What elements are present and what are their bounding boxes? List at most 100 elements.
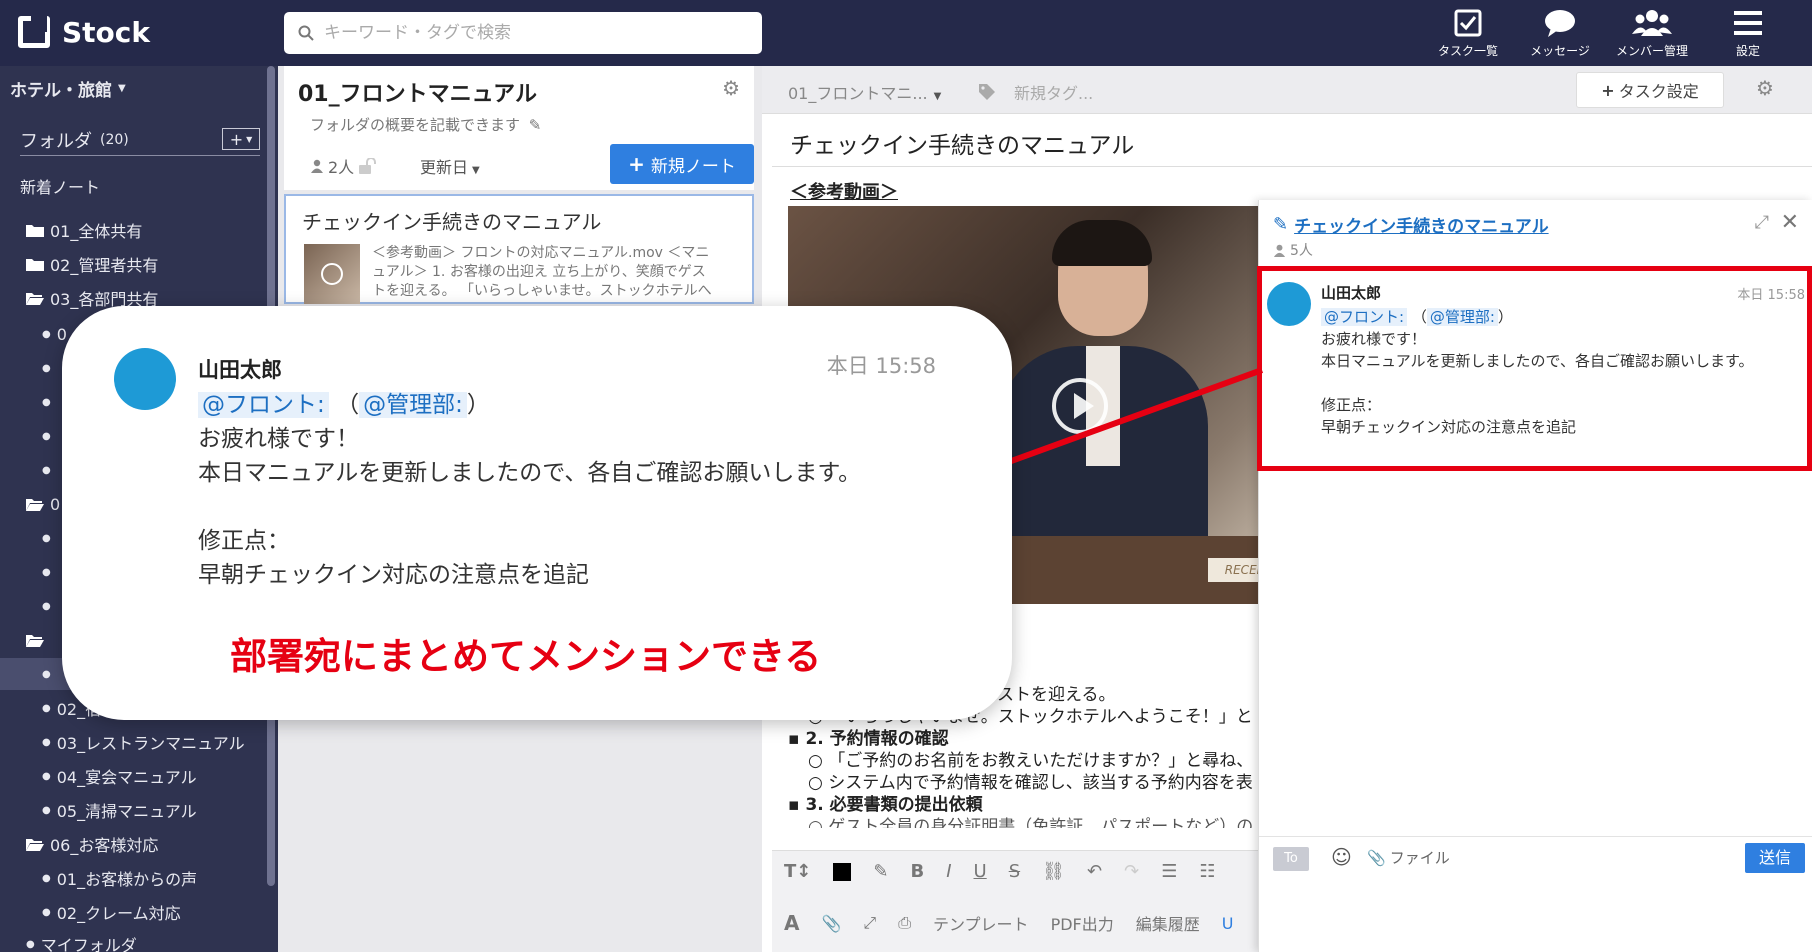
- text-size-icon[interactable]: T↕: [784, 861, 811, 882]
- print-icon[interactable]: ⎙: [898, 913, 911, 933]
- sort-dropdown[interactable]: 更新日 ▼: [420, 154, 480, 178]
- sidebar-folder-06[interactable]: 06_お客様対応 ⚙: [26, 828, 278, 860]
- folder-open-icon: [26, 499, 44, 511]
- folder-description[interactable]: フォルダの概要を記載できます ✎: [310, 114, 541, 135]
- sidebar-subitem-complaints[interactable]: ● 02_クレーム対応: [42, 896, 278, 928]
- body-line: ○ ゲスト全員の身分証明書（免許証、パスポートなど）の: [808, 817, 1254, 828]
- folder-icon: [26, 259, 44, 271]
- task-check-icon: [1454, 9, 1482, 37]
- folder-header-label: フォルダ: [20, 130, 92, 152]
- emoji-icon[interactable]: ☺: [1331, 845, 1352, 869]
- folder-label: 02_管理者共有: [50, 256, 159, 275]
- sidebar-subitem-03[interactable]: ● 03_レストランマニュアル: [42, 726, 278, 758]
- bullet-list-icon[interactable]: ☰: [1161, 861, 1177, 882]
- edit-history-button[interactable]: 編集履歴: [1136, 911, 1200, 935]
- bold-icon[interactable]: B: [910, 861, 924, 882]
- note-card[interactable]: チェックイン手続きのマニュアル ＜参考動画＞ フロントの対応マニュアル.mov …: [284, 194, 754, 304]
- body-line: ○ 「ご予約のお名前をお教えいただけますか？」と尋ね、: [808, 751, 1254, 771]
- attach-file-button[interactable]: 📎 ファイル: [1367, 847, 1450, 868]
- pencil-icon: ✎: [528, 116, 542, 134]
- gear-icon[interactable]: ⚙: [722, 76, 740, 100]
- subitem-label: 03_レストランマニュアル: [56, 734, 245, 753]
- task-settings-button[interactable]: + タスク設定: [1576, 72, 1724, 108]
- nav-tasks[interactable]: タスク一覧: [1426, 8, 1510, 62]
- plus-icon: +: [628, 152, 645, 176]
- highlight-box: [1257, 266, 1812, 471]
- nav-messages-label: メッセージ: [1530, 44, 1590, 58]
- new-note-button[interactable]: + 新規ノート: [610, 144, 754, 184]
- link-icon[interactable]: ⛓: [1042, 861, 1065, 882]
- workspace-switcher[interactable]: ホテル・旅館 ▼: [10, 72, 272, 104]
- folder-open-icon: [26, 635, 44, 647]
- editor-header-bar: 01_フロントマニ... ▼ 新規タグ... + タスク設定 ⚙: [762, 66, 1812, 114]
- add-folder-button[interactable]: + ▼: [222, 128, 260, 150]
- nav-settings[interactable]: 設定: [1706, 8, 1790, 62]
- folder-label: 06_お客様対応: [50, 836, 159, 855]
- app-logo[interactable]: Stock: [18, 14, 150, 50]
- template-button[interactable]: テンプレート: [933, 911, 1029, 935]
- callout-author: 山田太郎: [198, 358, 282, 382]
- callout-line: 早朝チェックイン対応の注意点を追記: [198, 562, 589, 588]
- chevron-down-icon: ▼: [933, 91, 942, 102]
- new-notes-label: 新着ノート: [20, 178, 101, 197]
- sidebar-my-folder[interactable]: ● マイフォルダ: [26, 928, 278, 952]
- sidebar-subitem-04[interactable]: ● 04_宴会マニュアル: [42, 760, 278, 792]
- sidebar-subitem-05[interactable]: ● 05_清掃マニュアル: [42, 794, 278, 826]
- folder-label: 01_全体共有: [50, 222, 143, 241]
- folder-header: フォルダ (20) + ▼: [20, 124, 260, 156]
- my-folder-label: マイフォルダ: [40, 936, 137, 952]
- attach-icon[interactable]: 📎: [821, 914, 841, 933]
- redo-icon[interactable]: ↷: [1124, 861, 1139, 882]
- callout-line: お疲れ様です！: [198, 426, 359, 452]
- pdf-export-button[interactable]: PDF出力: [1051, 911, 1114, 935]
- comment-composer: To ☺ 📎 ファイル 送信: [1259, 836, 1812, 952]
- app-name: Stock: [62, 15, 151, 49]
- nav-messages[interactable]: メッセージ: [1518, 8, 1602, 62]
- comment-panel-header: ✎ チェックイン手続きのマニュアル ⤢ ✕: [1273, 210, 1803, 238]
- callout-time: 本日 15:58: [826, 354, 936, 378]
- toolbar-row-2: A 📎 ⤢ ⎙ テンプレート PDF出力 編集履歴 U: [784, 911, 1233, 935]
- members-icon: [1632, 10, 1672, 36]
- callout-line: 修正点：: [198, 528, 290, 554]
- sidebar-subitem-customer-voice[interactable]: ● 01_お客様からの声: [42, 862, 278, 894]
- comment-panel-members[interactable]: 5人: [1273, 240, 1313, 260]
- new-notes-link[interactable]: 新着ノート: [20, 170, 278, 202]
- strikethrough-icon[interactable]: S: [1009, 861, 1020, 882]
- toolbar-more[interactable]: U: [1222, 914, 1234, 933]
- close-icon[interactable]: ✕: [1781, 210, 1799, 235]
- breadcrumb[interactable]: 01_フロントマニ... ▼: [788, 80, 941, 104]
- nav-members[interactable]: メンバー管理: [1610, 8, 1694, 62]
- folder-open-icon: [26, 293, 44, 305]
- undo-icon[interactable]: ↶: [1087, 861, 1102, 882]
- numbered-list-icon[interactable]: ☷: [1199, 861, 1215, 882]
- top-bar: Stock タスク一覧 メッセージ メンバー管理 設定: [0, 0, 1812, 66]
- gear-icon[interactable]: ⚙: [1756, 76, 1774, 100]
- send-button[interactable]: 送信: [1745, 843, 1805, 873]
- search-box[interactable]: [284, 12, 762, 54]
- highlighter-icon[interactable]: ✎: [873, 861, 888, 882]
- font-icon[interactable]: A: [784, 911, 799, 935]
- tag-input[interactable]: 新規タグ...: [978, 80, 1093, 104]
- sidebar-folder-02[interactable]: 02_管理者共有 ⚙: [26, 248, 278, 280]
- person-icon: [311, 159, 323, 173]
- play-button-icon[interactable]: [1052, 378, 1108, 434]
- unlock-icon: [359, 158, 377, 174]
- expand-icon[interactable]: ⤢: [863, 913, 876, 933]
- nav-settings-label: 設定: [1735, 44, 1760, 58]
- to-button[interactable]: To: [1273, 847, 1309, 871]
- text-color-icon[interactable]: [833, 862, 852, 881]
- comment-panel-title[interactable]: チェックイン手続きのマニュアル: [1294, 212, 1549, 237]
- nav-tasks-label: タスク一覧: [1437, 44, 1498, 58]
- workspace-name: ホテル・旅館: [10, 80, 112, 101]
- plus-icon: +: [1601, 80, 1615, 100]
- sidebar-folder-01[interactable]: 01_全体共有 ⚙: [26, 214, 278, 246]
- underline-icon[interactable]: U: [974, 861, 987, 882]
- note-thumbnail: [304, 244, 360, 304]
- italic-icon[interactable]: I: [946, 861, 951, 882]
- subitem-label: 04_宴会マニュアル: [56, 768, 197, 787]
- member-count[interactable]: 2人: [310, 154, 378, 178]
- search-input[interactable]: [324, 23, 744, 43]
- note-title[interactable]: チェックイン手続きのマニュアル: [790, 126, 1134, 160]
- subitem-label: 05_清掃マニュアル: [56, 802, 197, 821]
- expand-icon[interactable]: ⤢: [1755, 212, 1769, 233]
